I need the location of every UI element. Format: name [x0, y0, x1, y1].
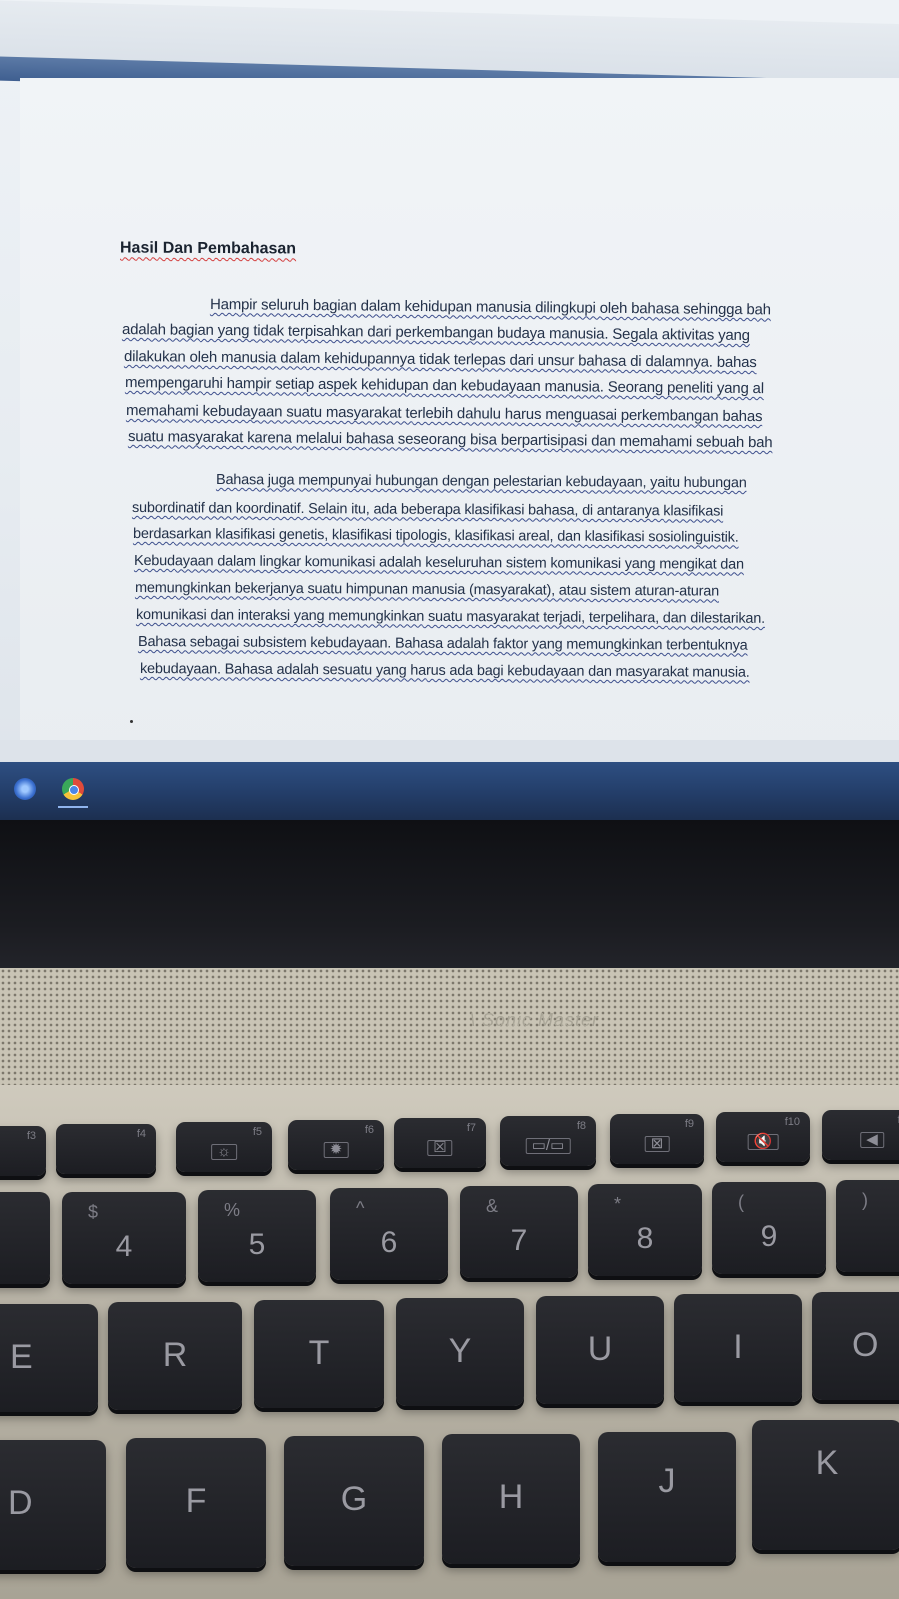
key-9[interactable]: (9: [712, 1182, 826, 1274]
key-glyph-icon: ✹: [323, 1142, 349, 1158]
speaker-grille: [0, 968, 899, 1088]
key-0[interactable]: ): [836, 1180, 899, 1272]
key-k[interactable]: K: [752, 1420, 899, 1550]
key-6[interactable]: ^ 6: [330, 1188, 448, 1280]
key-g[interactable]: G: [284, 1436, 424, 1566]
screen-bezel: [0, 820, 899, 970]
taskbar: [0, 762, 899, 820]
document-body: Hasil Dan Pembahasan Hampir seluruh bagi…: [0, 0, 899, 760]
key-f4[interactable]: f4: [56, 1124, 156, 1174]
paragraph-1-line: Hampir seluruh bagian dalam kehidupan ma…: [209, 296, 771, 319]
key-u[interactable]: U: [536, 1296, 664, 1404]
chrome-icon[interactable]: [62, 778, 84, 800]
paragraph-2-line: subordinatif dan koordinatif. Selain itu…: [131, 500, 724, 520]
key-glyph-icon: ⊠: [644, 1136, 670, 1152]
key-glyph-icon: ▭/▭: [525, 1138, 571, 1154]
paragraph-2-line: memungkinkan bekerjanya suatu himpunan m…: [134, 580, 720, 600]
mute-icon: 🔇: [747, 1134, 779, 1150]
key-f7[interactable]: f7 ☒: [394, 1118, 486, 1168]
paragraph-1-line: memahami kebudayaan suatu masyarakat ter…: [125, 402, 763, 426]
brand-logo: \ Sonic Master: [470, 1010, 600, 1030]
key-j[interactable]: J: [598, 1432, 736, 1562]
paragraph-mark: [130, 720, 133, 723]
key-f8[interactable]: f8 ▭/▭: [500, 1116, 596, 1166]
key-f11[interactable]: f11◀: [822, 1110, 899, 1160]
paragraph-2-line: kebudayaan. Bahasa adalah sesuatu yang h…: [139, 661, 750, 681]
key-glyph-icon: ☒: [427, 1140, 453, 1156]
ie-icon[interactable]: [14, 778, 36, 800]
key-4[interactable]: $4: [62, 1192, 186, 1284]
paragraph-1-line: suatu masyarakat karena melalui bahasa s…: [127, 428, 773, 452]
paragraph-1-line: mempengaruhi hampir setiap aspek kehidup…: [124, 374, 764, 398]
paragraph-2-line: Bahasa sebagai subsistem kebudayaan. Bah…: [137, 634, 748, 654]
key-f6[interactable]: f6 ✹: [288, 1120, 384, 1170]
key-f[interactable]: F: [126, 1438, 266, 1568]
key-f10[interactable]: f10 🔇: [716, 1112, 810, 1162]
paragraph-2-line: Bahasa juga mempunyai hubungan dengan pe…: [215, 472, 747, 492]
paragraph-1-line: adalah bagian yang tidak terpisahkan dar…: [121, 321, 750, 345]
active-app-indicator: [58, 806, 88, 808]
key-f5[interactable]: f5 ☼: [176, 1122, 272, 1172]
key-i[interactable]: I: [674, 1294, 802, 1402]
key-7[interactable]: & 7: [460, 1186, 578, 1278]
key-e[interactable]: E: [0, 1304, 98, 1412]
key-t[interactable]: T: [254, 1300, 384, 1408]
laptop-screen: Hasil Dan Pembahasan Hampir seluruh bagi…: [0, 0, 899, 820]
paragraph-1-line: dilakukan oleh manusia dalam kehidupanny…: [123, 348, 757, 372]
key-glyph-icon: ☼: [211, 1144, 237, 1160]
key-r[interactable]: R: [108, 1302, 242, 1410]
key-o[interactable]: O: [812, 1292, 899, 1400]
key-8[interactable]: * 8: [588, 1184, 702, 1276]
key-f9[interactable]: f9 ⊠: [610, 1114, 704, 1164]
paragraph-2-line: berdasarkan klasifikasi genetis, klasifi…: [132, 526, 739, 546]
key-5[interactable]: % 5: [198, 1190, 316, 1282]
key-y[interactable]: Y: [396, 1298, 524, 1406]
page-title: Hasil Dan Pembahasan: [120, 239, 297, 258]
paragraph-2-line: Kebudayaan dalam lingkar komunikasi adal…: [133, 553, 744, 573]
volume-down-icon: ◀: [860, 1132, 884, 1148]
paragraph-2-line: komunikasi dan interaksi yang memungkink…: [135, 607, 766, 627]
status-area: [0, 740, 899, 764]
key-3[interactable]: [0, 1192, 50, 1284]
key-d[interactable]: D: [0, 1440, 106, 1570]
key-h[interactable]: H: [442, 1434, 580, 1564]
key-f3[interactable]: f3: [0, 1126, 46, 1176]
